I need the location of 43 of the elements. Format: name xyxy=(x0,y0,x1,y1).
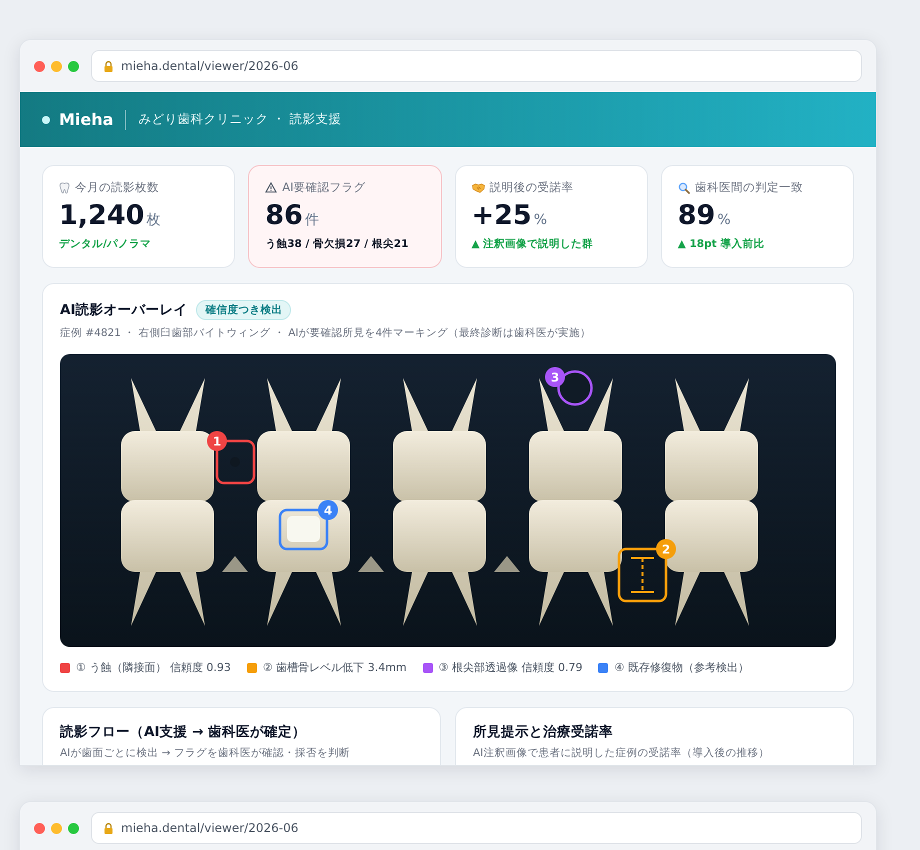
kpi-note: ▲ 18pt 導入前比 xyxy=(678,237,766,251)
kpi-note: デンタル/パノラマ xyxy=(59,237,152,251)
kpi-unit: 件 xyxy=(304,211,319,229)
minimize-window-button[interactable] xyxy=(51,60,62,72)
brand-dot-icon xyxy=(42,116,50,124)
brand-logo[interactable]: Mieha xyxy=(59,110,114,130)
close-window-button[interactable] xyxy=(34,60,45,72)
card-subtitle: AI注釈画像で患者に説明した症例の受諾率（導入後の推移） xyxy=(473,746,770,760)
kpi-unit: % xyxy=(534,212,548,228)
maximize-window-button[interactable] xyxy=(68,822,79,834)
minimize-window-button[interactable] xyxy=(51,822,62,834)
kpi-label: 説明後の受諾率 xyxy=(490,180,574,195)
legend-label: ① う蝕（隣接面） 信頼度 0.93 xyxy=(76,660,231,675)
legend-label: ② 歯槽骨レベル低下 3.4mm xyxy=(262,660,407,675)
card-subtitle: AIが歯面ごとに検出 → フラグを歯科医が確認・採否を判断 xyxy=(60,746,351,760)
kpi-value: 1,240 xyxy=(59,200,144,232)
legend-label: ③ 根尖部透過像 信頼度 0.79 xyxy=(438,660,582,675)
kpi-label: AI要確認フラグ xyxy=(282,180,366,195)
kpi-label: 今月の読影枚数 xyxy=(75,180,159,195)
detection-badge: 確信度つき検出 xyxy=(196,300,292,320)
tooth-icon xyxy=(59,182,70,194)
kpi-note: ▲ 注釈画像で説明した群 xyxy=(472,237,594,251)
kpi-value: 89 xyxy=(678,200,716,232)
kpi-unit: % xyxy=(717,212,731,228)
kpi-value: 86 xyxy=(265,200,303,232)
close-window-button[interactable] xyxy=(34,822,45,834)
lock-icon xyxy=(104,60,113,72)
card-title: 読影フロー（AI支援 → 歯科医が確定） xyxy=(60,723,308,741)
card-title: 所見提示と治療受諾率 xyxy=(473,723,614,741)
lock-icon xyxy=(104,822,113,834)
clinic-title: みどり歯科クリニック ・ 読影支援 xyxy=(137,111,342,128)
case-caption: 症例 #4821 ・ 右側臼歯部バイトウィング ・ AIが要確認所見を4件マーキング（最終診断は歯科医が実施） xyxy=(60,326,592,340)
legend-label: ④ 既存修復物（参考検出） xyxy=(614,660,749,675)
section-title: AI読影オーバーレイ xyxy=(60,301,188,319)
kpi-label: 歯科医間の判定一致 xyxy=(694,180,803,195)
warning-icon xyxy=(265,182,278,193)
maximize-window-button[interactable] xyxy=(68,60,79,72)
search-icon xyxy=(678,182,690,194)
kpi-note: う蝕38 / 骨欠損27 / 根尖21 xyxy=(265,237,410,251)
kpi-value: +25 xyxy=(472,200,532,232)
address-bar[interactable]: mieha.dental/viewer/2026-06 xyxy=(91,50,862,82)
address-bar[interactable]: mieha.dental/viewer/2026-06 xyxy=(91,812,862,844)
kpi-unit: 枚 xyxy=(146,211,160,229)
